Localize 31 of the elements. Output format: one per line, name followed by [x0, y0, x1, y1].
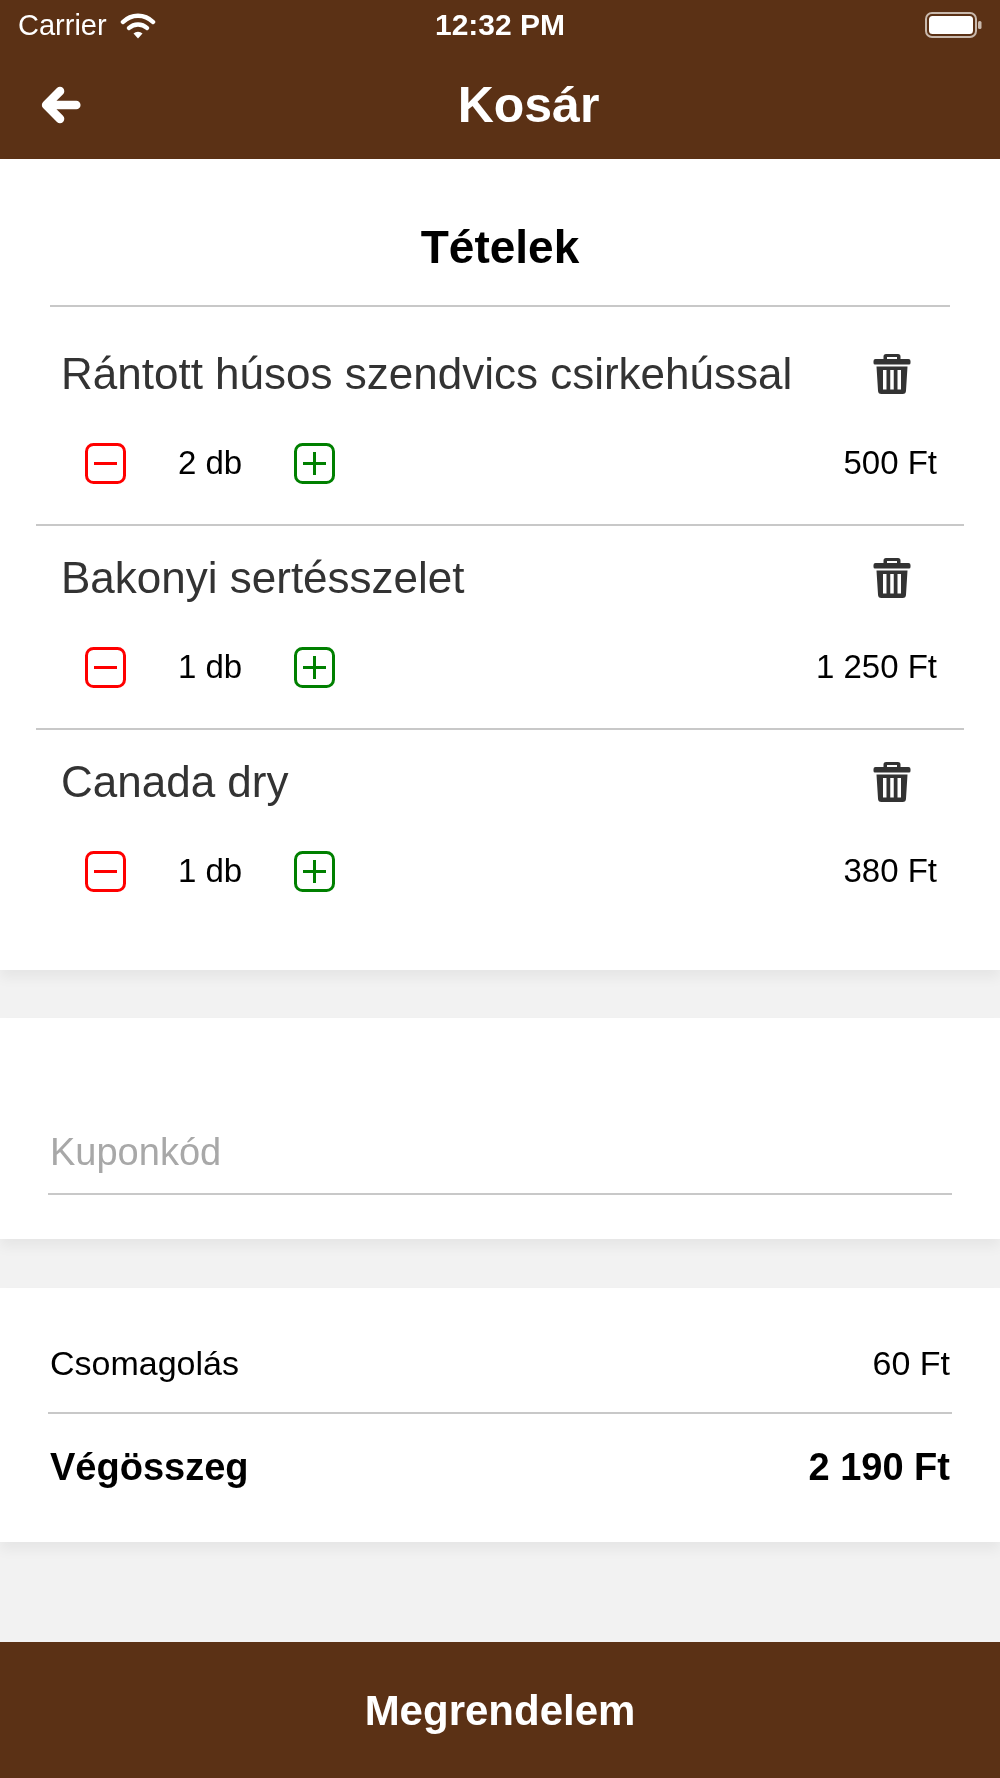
plus-icon[interactable]	[294, 646, 335, 688]
wifi-icon	[119, 11, 156, 39]
minus-icon[interactable]	[85, 646, 126, 688]
trash-icon[interactable]	[873, 762, 911, 802]
item-name: Rántott húsos szendvics csirkehússal	[61, 349, 793, 399]
quantity-label: 1 db	[177, 851, 243, 892]
summary-value: 60 Ft	[872, 1342, 950, 1384]
trash-icon[interactable]	[873, 354, 911, 394]
order-button[interactable]: Megrendelem	[0, 1642, 1000, 1778]
total-label: Végösszeg	[50, 1444, 249, 1490]
summary-label: Csomagolás	[50, 1342, 239, 1384]
page-title: Kosár	[457, 79, 600, 130]
quantity-label: 2 db	[177, 443, 243, 484]
total-value: 2 190 Ft	[808, 1444, 950, 1490]
clock-time: 12:32 PM	[434, 10, 566, 40]
minus-icon[interactable]	[85, 442, 126, 484]
battery-icon	[925, 12, 982, 38]
quantity-label: 1 db	[177, 647, 243, 688]
plus-icon[interactable]	[294, 442, 335, 484]
item-price: 380 Ft	[843, 851, 937, 892]
carrier-label: Carrier	[18, 10, 107, 40]
section-title: Tételek	[420, 220, 580, 275]
plus-icon[interactable]	[294, 850, 335, 892]
item-name: Bakonyi sertésszelet	[61, 553, 465, 603]
minus-icon[interactable]	[85, 850, 126, 892]
coupon-field[interactable]: Kuponkód	[48, 1127, 952, 1195]
coupon-input[interactable]: Kuponkód	[48, 1127, 952, 1177]
item-name: Canada dry	[61, 757, 289, 807]
item-price: 500 Ft	[843, 443, 937, 484]
trash-icon[interactable]	[873, 558, 911, 598]
item-price: 1 250 Ft	[815, 647, 937, 688]
